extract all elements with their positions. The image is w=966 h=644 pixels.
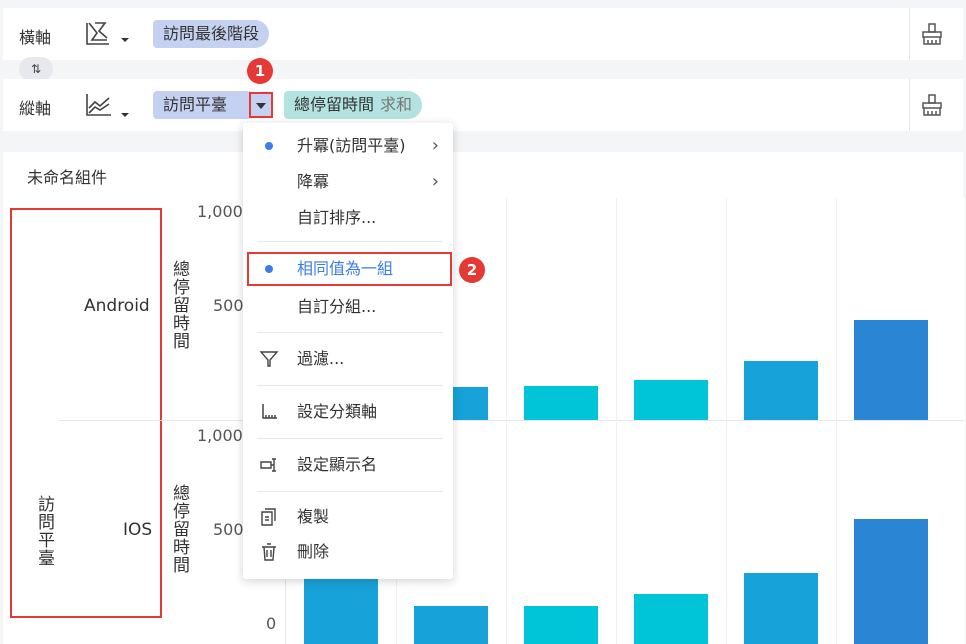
copy-icon bbox=[261, 508, 276, 526]
x-axis-field-pill[interactable]: 訪問最後階段 bbox=[153, 20, 270, 48]
menu-item-set-display-name[interactable]: 設定顯示名 bbox=[243, 448, 453, 482]
menu-divider bbox=[257, 385, 443, 386]
row-measure-title-android: 總停留時間 bbox=[169, 260, 189, 350]
axis-settings-icon bbox=[262, 404, 277, 419]
menu-item-label: 降冪 bbox=[297, 172, 330, 191]
gridline bbox=[506, 422, 507, 644]
x-axis-label: 橫軸 bbox=[19, 28, 52, 47]
menu-item-custom-sort[interactable]: 自訂排序... bbox=[243, 201, 453, 235]
y-tick-label: 0 bbox=[266, 614, 277, 633]
menu-divider bbox=[257, 241, 443, 242]
gridline bbox=[616, 422, 617, 644]
clear-brush-icon[interactable] bbox=[920, 93, 944, 117]
callout-badge-2: 2 bbox=[459, 257, 485, 283]
gridline bbox=[506, 198, 507, 420]
gridline bbox=[726, 422, 727, 644]
menu-item-group-same-values[interactable]: 相同值為一組 bbox=[247, 252, 452, 286]
y-tick-label: 1,000, bbox=[197, 426, 248, 445]
menu-divider bbox=[257, 438, 443, 439]
bar[interactable] bbox=[634, 594, 708, 644]
menu-item-delete[interactable]: 刪除 bbox=[243, 535, 453, 569]
y-axis-label: 縱軸 bbox=[19, 99, 52, 118]
menu-item-label: 複製 bbox=[297, 507, 330, 526]
bar[interactable] bbox=[854, 519, 928, 644]
bar[interactable] bbox=[854, 320, 928, 420]
shelf-separator bbox=[909, 8, 910, 60]
dimension-context-menu: 升冪(訪問平臺) › 降冪 › 自訂排序... 相同值為一組 自訂分組... 過… bbox=[243, 123, 453, 579]
outer-dimension-label: 訪問平臺 bbox=[34, 495, 54, 567]
widget-panel: 未命名組件 訪問平臺 Android 總停留時間 1,000, 500, IOS… bbox=[3, 152, 965, 644]
swap-axes-button[interactable]: ⇅ bbox=[19, 57, 53, 81]
y-axis-shelf: 縱軸 訪問平臺 總停留時間 求和 bbox=[3, 79, 963, 131]
menu-item-custom-group[interactable]: 自訂分組... bbox=[243, 290, 453, 324]
selected-dot-icon bbox=[265, 265, 273, 273]
callout-badge-1: 1 bbox=[247, 58, 273, 84]
outer-dimension-header: 訪問平臺 bbox=[10, 208, 162, 618]
y-tick-label: 1,000, bbox=[197, 202, 248, 221]
menu-item-label: 自訂排序... bbox=[297, 208, 377, 227]
y-axis-dimension-name: 訪問平臺 bbox=[163, 95, 228, 114]
bar[interactable] bbox=[524, 385, 598, 420]
menu-item-label: 相同值為一組 bbox=[297, 259, 394, 278]
clear-brush-icon[interactable] bbox=[920, 22, 944, 46]
selected-dot-icon bbox=[265, 142, 273, 150]
menu-item-label: 自訂分組... bbox=[297, 297, 377, 316]
y-axis-measure-aggregation: 求和 bbox=[380, 95, 413, 114]
x-axis-field-name: 訪問最後階段 bbox=[163, 24, 260, 43]
menu-item-label: 設定顯示名 bbox=[297, 455, 378, 474]
row-category-ios: IOS bbox=[123, 520, 153, 540]
menu-item-filter[interactable]: 過濾... bbox=[243, 342, 453, 376]
chevron-right-icon: › bbox=[431, 171, 439, 192]
bar[interactable] bbox=[744, 573, 818, 644]
menu-divider bbox=[257, 491, 443, 492]
menu-item-sort-descending[interactable]: 降冪 › bbox=[243, 165, 453, 199]
filter-icon bbox=[259, 351, 279, 367]
menu-item-label: 升冪(訪問平臺) bbox=[297, 136, 406, 155]
gridline bbox=[836, 422, 837, 644]
menu-item-label: 過濾... bbox=[297, 349, 345, 368]
bar[interactable] bbox=[634, 379, 708, 420]
y-axis-dimension-pill[interactable]: 訪問平臺 bbox=[153, 91, 262, 119]
rename-icon bbox=[260, 458, 276, 472]
dimension-dropdown-button[interactable] bbox=[249, 92, 273, 118]
bar[interactable] bbox=[414, 605, 488, 644]
y-axis-chart-type-icon[interactable] bbox=[83, 91, 133, 121]
shelf-separator bbox=[909, 79, 910, 131]
row-measure-title-ios: 總停留時間 bbox=[169, 484, 189, 574]
menu-item-copy[interactable]: 複製 bbox=[243, 500, 453, 534]
row-category-android: Android bbox=[84, 296, 150, 316]
row-divider bbox=[58, 420, 963, 421]
menu-item-label: 刪除 bbox=[297, 542, 330, 561]
menu-item-sort-ascending[interactable]: 升冪(訪問平臺) › bbox=[243, 129, 453, 163]
gridline bbox=[836, 198, 837, 420]
menu-item-label: 設定分類軸 bbox=[297, 402, 378, 421]
menu-item-set-category-axis[interactable]: 設定分類軸 bbox=[243, 395, 453, 429]
x-axis-shelf: 橫軸 訪問最後階段 bbox=[3, 8, 963, 60]
widget-title: 未命名組件 bbox=[27, 168, 108, 187]
bar[interactable] bbox=[744, 360, 818, 420]
gridline bbox=[726, 198, 727, 420]
y-axis-measure-pill[interactable]: 總停留時間 求和 bbox=[284, 91, 423, 119]
menu-divider bbox=[257, 332, 443, 333]
x-axis-chart-type-icon[interactable] bbox=[83, 20, 133, 50]
trash-icon bbox=[262, 543, 276, 561]
chevron-right-icon: › bbox=[431, 135, 439, 156]
gridline bbox=[616, 198, 617, 420]
y-axis-measure-name: 總停留時間 bbox=[294, 95, 375, 114]
bar[interactable] bbox=[524, 605, 598, 644]
